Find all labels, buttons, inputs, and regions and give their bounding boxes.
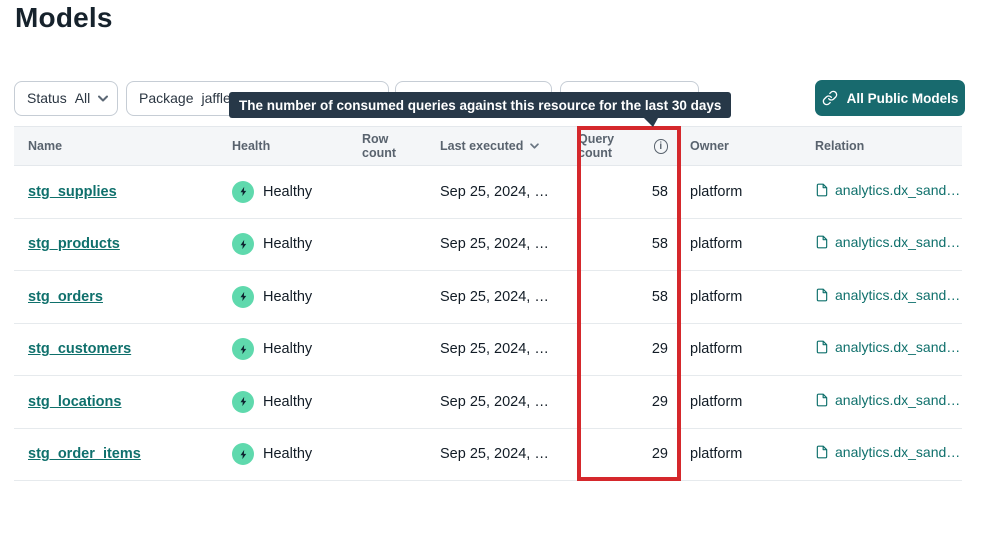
table-row: stg_locations Healthy Sep 25, 2024, … 29… [14, 376, 962, 429]
health-label: Healthy [263, 341, 312, 357]
model-link[interactable]: stg_order_items [28, 446, 141, 462]
table-row: stg_customers Healthy Sep 25, 2024, … 29… [14, 324, 962, 377]
health-label: Healthy [263, 184, 312, 200]
owner-cell: platform [680, 341, 802, 357]
last-executed-cell: Sep 25, 2024, … [440, 394, 549, 410]
relation-link[interactable]: analytics.dx_sand… [815, 182, 960, 198]
relation-label: analytics.dx_sand… [835, 444, 960, 460]
query-count-label: Query count [578, 132, 649, 160]
models-table: Name Health Row count Last executed Quer… [14, 126, 962, 481]
last-executed-cell: Sep 25, 2024, … [440, 236, 549, 252]
column-header-relation: Relation [802, 139, 962, 153]
health-bolt-icon [232, 391, 254, 413]
last-executed-cell: Sep 25, 2024, … [440, 341, 549, 357]
column-header-name: Name [14, 139, 232, 153]
table-row: stg_supplies Healthy Sep 25, 2024, … 58 … [14, 166, 962, 219]
sort-chevron-down-icon [530, 143, 539, 149]
relation-label: analytics.dx_sand… [835, 392, 960, 408]
info-icon[interactable]: i [654, 139, 668, 154]
query-count-cell: 58 [578, 236, 680, 252]
relation-label: analytics.dx_sand… [835, 339, 960, 355]
query-count-cell: 58 [578, 289, 680, 305]
relation-label: analytics.dx_sand… [835, 287, 960, 303]
relation-link[interactable]: analytics.dx_sand… [815, 234, 960, 250]
health-label: Healthy [263, 289, 312, 305]
column-header-owner: Owner [680, 139, 802, 153]
owner-cell: platform [680, 394, 802, 410]
relation-link[interactable]: analytics.dx_sand… [815, 287, 960, 303]
package-filter-label: Package [139, 90, 193, 106]
link-icon [822, 90, 838, 106]
column-header-row-count: Row count [362, 132, 424, 160]
table-header-row: Name Health Row count Last executed Quer… [14, 126, 962, 166]
model-link[interactable]: stg_orders [28, 289, 103, 305]
last-executed-cell: Sep 25, 2024, … [440, 446, 549, 462]
document-icon [815, 234, 829, 250]
column-header-health: Health [232, 139, 362, 153]
tooltip-text: The number of consumed queries against t… [239, 98, 721, 113]
relation-label: analytics.dx_sand… [835, 182, 960, 198]
all-public-models-button[interactable]: All Public Models [815, 80, 965, 116]
owner-cell: platform [680, 184, 802, 200]
document-icon [815, 287, 829, 303]
table-row: stg_orders Healthy Sep 25, 2024, … 58 pl… [14, 271, 962, 324]
owner-cell: platform [680, 236, 802, 252]
health-label: Healthy [263, 394, 312, 410]
health-bolt-icon [232, 181, 254, 203]
relation-link[interactable]: analytics.dx_sand… [815, 392, 960, 408]
query-count-tooltip: The number of consumed queries against t… [229, 92, 731, 118]
tooltip-arrow [644, 118, 658, 127]
last-executed-label: Last executed [440, 139, 523, 153]
page-title: Models [15, 2, 113, 34]
query-count-cell: 29 [578, 446, 680, 462]
query-count-cell: 29 [578, 394, 680, 410]
owner-cell: platform [680, 446, 802, 462]
table-row: stg_order_items Healthy Sep 25, 2024, … … [14, 429, 962, 482]
status-filter-label: Status [27, 90, 67, 106]
chevron-down-icon [98, 95, 108, 102]
query-count-cell: 29 [578, 341, 680, 357]
health-label: Healthy [263, 236, 312, 252]
column-header-query-count: Query count i [578, 132, 680, 160]
column-header-last-executed[interactable]: Last executed [424, 139, 578, 153]
document-icon [815, 444, 829, 460]
last-executed-cell: Sep 25, 2024, … [440, 184, 549, 200]
model-link[interactable]: stg_products [28, 236, 120, 252]
health-bolt-icon [232, 233, 254, 255]
table-row: stg_products Healthy Sep 25, 2024, … 58 … [14, 219, 962, 272]
owner-cell: platform [680, 289, 802, 305]
model-link[interactable]: stg_locations [28, 394, 121, 410]
document-icon [815, 392, 829, 408]
health-label: Healthy [263, 446, 312, 462]
health-bolt-icon [232, 443, 254, 465]
relation-link[interactable]: analytics.dx_sand… [815, 339, 960, 355]
query-count-cell: 58 [578, 184, 680, 200]
status-filter-dropdown[interactable]: Status All [14, 81, 118, 116]
relation-link[interactable]: analytics.dx_sand… [815, 444, 960, 460]
model-link[interactable]: stg_supplies [28, 184, 117, 200]
health-bolt-icon [232, 338, 254, 360]
document-icon [815, 182, 829, 198]
all-public-models-label: All Public Models [847, 91, 959, 106]
health-bolt-icon [232, 286, 254, 308]
relation-label: analytics.dx_sand… [835, 234, 960, 250]
status-filter-value: All [75, 90, 91, 106]
document-icon [815, 339, 829, 355]
last-executed-cell: Sep 25, 2024, … [440, 289, 549, 305]
model-link[interactable]: stg_customers [28, 341, 131, 357]
